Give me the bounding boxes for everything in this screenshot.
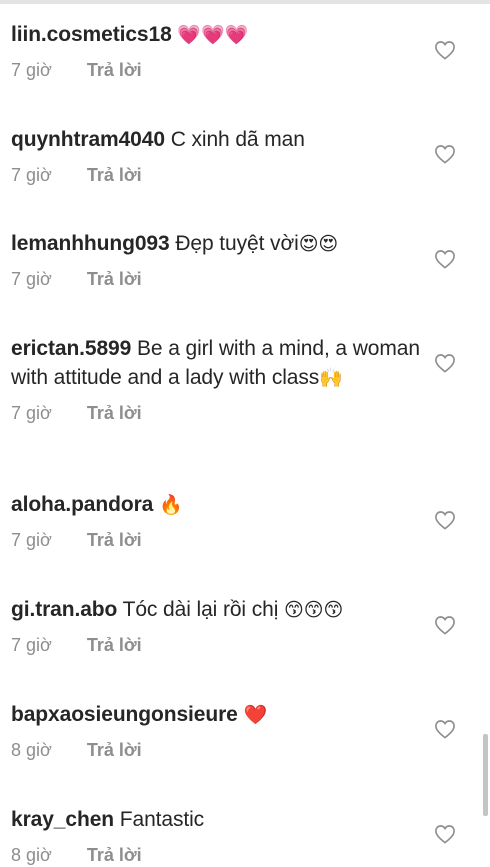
comment-meta: 7 giờ Trả lời <box>11 269 481 291</box>
comment-item: aloha.pandora 🔥 7 giờ Trả lời <box>11 490 481 552</box>
heart-outline-icon[interactable] <box>434 615 456 635</box>
comment-time: 7 giờ <box>11 403 52 423</box>
reply-button[interactable]: Trả lời <box>87 60 142 81</box>
comment-text: liin.cosmetics18 💗💗💗 <box>11 20 421 50</box>
comment-emoji: 🙌 <box>319 367 343 389</box>
comment-item: lemanhhung093 Đẹp tuyệt vời😍😍 7 giờ Trả … <box>11 229 481 291</box>
comment-emoji: 🔥 <box>158 494 183 516</box>
comment-time: 8 giờ <box>11 740 52 760</box>
comment-text: lemanhhung093 Đẹp tuyệt vời😍😍 <box>11 229 421 259</box>
comment-username[interactable]: kray_chen <box>11 808 114 831</box>
comment-meta: 7 giờ Trả lời <box>11 530 481 552</box>
heart-outline-icon[interactable] <box>434 40 456 60</box>
comment-text: aloha.pandora 🔥 <box>11 490 421 520</box>
comment-time: 7 giờ <box>11 269 52 289</box>
comment-body: C xinh dã man <box>170 128 305 151</box>
comment-emoji: ❤️ <box>243 704 268 726</box>
comment-time: 7 giờ <box>11 530 52 550</box>
top-divider <box>0 0 490 4</box>
comment-item: erictan.5899 Be a girl with a mind, a wo… <box>11 334 481 425</box>
comment-meta: 7 giờ Trả lời <box>11 403 481 425</box>
heart-outline-icon[interactable] <box>434 144 456 164</box>
reply-button[interactable]: Trả lời <box>87 635 142 656</box>
comment-meta: 7 giờ Trả lời <box>11 60 481 82</box>
comment-item: kray_chen Fantastic 8 giờ Trả lời <box>11 805 481 867</box>
comment-username[interactable]: bapxaosieungonsieure <box>11 703 238 726</box>
comment-username[interactable]: aloha.pandora <box>11 493 153 516</box>
comment-body: Tóc dài lại rồi chị <box>122 598 279 621</box>
comment-meta: 8 giờ Trả lời <box>11 845 481 867</box>
comment-emoji: 😍😍 <box>298 233 339 255</box>
comment-username[interactable]: lemanhhung093 <box>11 232 170 255</box>
comment-body: Đẹp tuyệt vời <box>175 232 299 255</box>
comment-emoji: 💗💗💗 <box>177 24 249 46</box>
comment-meta: 7 giờ Trả lời <box>11 165 481 187</box>
scrollbar[interactable] <box>483 734 488 816</box>
comment-item: bapxaosieungonsieure ❤️ 8 giờ Trả lời <box>11 700 481 762</box>
reply-button[interactable]: Trả lời <box>87 845 142 866</box>
comment-body: Fantastic <box>119 808 205 831</box>
heart-outline-icon[interactable] <box>434 510 456 530</box>
heart-outline-icon[interactable] <box>434 353 456 373</box>
comment-emoji: 😙😙😙 <box>284 599 344 621</box>
comment-text: quynhtram4040 C xinh dã man <box>11 125 421 155</box>
comment-text: gi.tran.abo Tóc dài lại rồi chị 😙😙😙 <box>11 595 421 625</box>
comment-item: quynhtram4040 C xinh dã man 7 giờ Trả lờ… <box>11 125 481 187</box>
comment-item: gi.tran.abo Tóc dài lại rồi chị 😙😙😙 7 gi… <box>11 595 481 657</box>
comment-text: erictan.5899 Be a girl with a mind, a wo… <box>11 334 421 393</box>
comment-username[interactable]: quynhtram4040 <box>11 128 165 151</box>
heart-outline-icon[interactable] <box>434 719 456 739</box>
comment-username[interactable]: gi.tran.abo <box>11 598 117 621</box>
comment-text: bapxaosieungonsieure ❤️ <box>11 700 421 730</box>
comment-meta: 8 giờ Trả lời <box>11 740 481 762</box>
comment-time: 7 giờ <box>11 60 52 80</box>
comment-username[interactable]: liin.cosmetics18 <box>11 23 172 46</box>
comment-meta: 7 giờ Trả lời <box>11 635 481 657</box>
comment-time: 7 giờ <box>11 165 52 185</box>
heart-outline-icon[interactable] <box>434 249 456 269</box>
reply-button[interactable]: Trả lời <box>87 530 142 551</box>
heart-outline-icon[interactable] <box>434 824 456 844</box>
reply-button[interactable]: Trả lời <box>87 740 142 761</box>
comment-username[interactable]: erictan.5899 <box>11 337 131 360</box>
reply-button[interactable]: Trả lời <box>87 165 142 186</box>
comment-item: liin.cosmetics18 💗💗💗 7 giờ Trả lời <box>11 20 481 82</box>
comment-time: 7 giờ <box>11 635 52 655</box>
reply-button[interactable]: Trả lời <box>87 403 142 424</box>
comment-time: 8 giờ <box>11 845 52 865</box>
reply-button[interactable]: Trả lời <box>87 269 142 290</box>
comment-text: kray_chen Fantastic <box>11 805 421 835</box>
